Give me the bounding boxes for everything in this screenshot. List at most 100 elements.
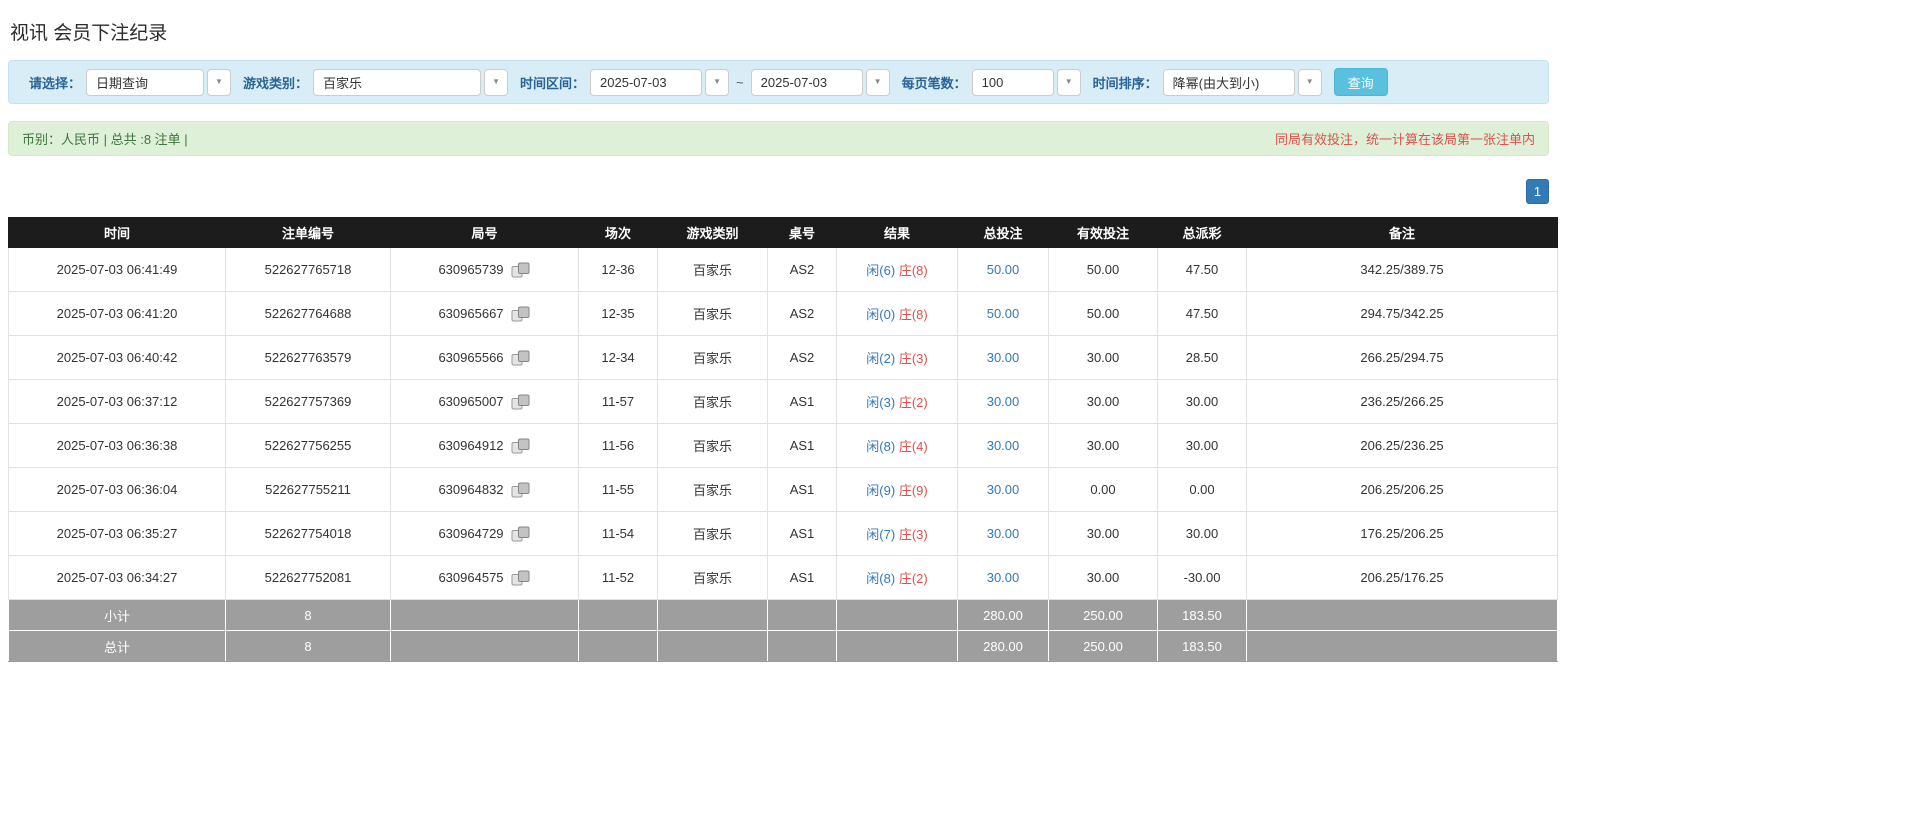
cell-remark: 236.25/266.25 <box>1247 380 1558 424</box>
date-from-input[interactable]: 2025-07-03 <box>590 69 702 96</box>
table-row: 2025-07-03 06:35:27522627754018630964729… <box>9 512 1558 556</box>
cards-icon <box>511 262 531 278</box>
cell-result: 闲(6) 庄(8) <box>837 248 958 292</box>
replay-button[interactable] <box>511 350 531 366</box>
cell-remark: 266.25/294.75 <box>1247 336 1558 380</box>
cell-round: 630965739 <box>391 248 579 292</box>
result-banker: 庄(2) <box>899 571 928 586</box>
total-bet-link[interactable]: 30.00 <box>987 350 1020 365</box>
cards-icon <box>511 526 531 542</box>
col-header-total-bet: 总投注 <box>958 218 1049 248</box>
result-player: 闲(7) <box>866 527 895 542</box>
col-header-valid-bet: 有效投注 <box>1049 218 1158 248</box>
table-row: 2025-07-03 06:36:04522627755211630964832… <box>9 468 1558 512</box>
cards-icon <box>511 438 531 454</box>
chevron-down-icon: ▼ <box>713 78 721 86</box>
empty-cell <box>658 631 768 662</box>
query-type-select[interactable]: 日期查询 <box>86 69 204 96</box>
empty-cell <box>391 631 579 662</box>
subtotal-valid-bet: 250.00 <box>1049 600 1158 631</box>
page-size-dropdown-button[interactable]: ▼ <box>1057 69 1081 96</box>
chevron-down-icon: ▼ <box>215 78 223 86</box>
date-from-value: 2025-07-03 <box>600 75 667 90</box>
round-number: 630964575 <box>438 570 503 585</box>
cell-game-type: 百家乐 <box>658 468 768 512</box>
summary-currency-count: 币别：人民币 | 总共 :8 注单 | <box>22 129 188 148</box>
cell-total-bet: 30.00 <box>958 468 1049 512</box>
cell-round: 630964575 <box>391 556 579 600</box>
empty-cell <box>579 631 658 662</box>
result-banker: 庄(8) <box>899 263 928 278</box>
cell-time: 2025-07-03 06:41:20 <box>9 292 226 336</box>
cell-time: 2025-07-03 06:36:04 <box>9 468 226 512</box>
cell-table-no: AS1 <box>768 380 837 424</box>
result-banker: 庄(3) <box>899 527 928 542</box>
replay-button[interactable] <box>511 570 531 586</box>
page-size-label: 每页笔数： <box>902 73 967 92</box>
replay-button[interactable] <box>511 262 531 278</box>
chevron-down-icon: ▼ <box>874 78 882 86</box>
cell-total-bet: 30.00 <box>958 556 1049 600</box>
replay-button[interactable] <box>511 526 531 542</box>
cell-remark: 206.25/206.25 <box>1247 468 1558 512</box>
game-type-select[interactable]: 百家乐 <box>313 69 481 96</box>
total-bet-link[interactable]: 50.00 <box>987 262 1020 277</box>
cards-icon <box>511 306 531 322</box>
cell-valid-bet: 30.00 <box>1049 424 1158 468</box>
total-bet-link[interactable]: 30.00 <box>987 438 1020 453</box>
replay-button[interactable] <box>511 482 531 498</box>
sort-order-select[interactable]: 降幂(由大到小) <box>1163 69 1295 96</box>
date-from-dropdown-button[interactable]: ▼ <box>705 69 729 96</box>
page-size-select[interactable]: 100 <box>972 69 1054 96</box>
total-bet-link[interactable]: 30.00 <box>987 482 1020 497</box>
cell-total-bet: 50.00 <box>958 292 1049 336</box>
cell-session: 11-54 <box>579 512 658 556</box>
cell-payout: 47.50 <box>1158 292 1247 336</box>
total-bet-link[interactable]: 30.00 <box>987 526 1020 541</box>
cell-session: 12-35 <box>579 292 658 336</box>
empty-cell <box>837 600 958 631</box>
query-type-value: 日期查询 <box>96 73 148 92</box>
empty-cell <box>837 631 958 662</box>
query-type-label: 请选择： <box>29 73 81 92</box>
sort-order-value: 降幂(由大到小) <box>1173 73 1260 92</box>
cell-round: 630965566 <box>391 336 579 380</box>
date-to-dropdown-button[interactable]: ▼ <box>866 69 890 96</box>
sort-order-dropdown-button[interactable]: ▼ <box>1298 69 1322 96</box>
empty-cell <box>658 600 768 631</box>
replay-button[interactable] <box>511 438 531 454</box>
result-player: 闲(2) <box>866 351 895 366</box>
query-type-dropdown-button[interactable]: ▼ <box>207 69 231 96</box>
total-bet-link[interactable]: 30.00 <box>987 394 1020 409</box>
cell-valid-bet: 30.00 <box>1049 556 1158 600</box>
subtotal-label: 小计 <box>9 600 226 631</box>
cell-bet-id: 522627765718 <box>226 248 391 292</box>
date-to-input[interactable]: 2025-07-03 <box>751 69 863 96</box>
replay-button[interactable] <box>511 394 531 410</box>
cell-bet-id: 522627757369 <box>226 380 391 424</box>
page: 视讯 会员下注纪录 请选择： 日期查询 ▼ 游戏类别： 百家乐 ▼ 时间区间： … <box>0 0 1557 670</box>
cell-round: 630965667 <box>391 292 579 336</box>
game-type-dropdown-button[interactable]: ▼ <box>484 69 508 96</box>
pagination-page-button[interactable]: 1 <box>1526 179 1549 204</box>
cell-session: 12-36 <box>579 248 658 292</box>
date-to-value: 2025-07-03 <box>761 75 828 90</box>
cell-time: 2025-07-03 06:35:27 <box>9 512 226 556</box>
empty-cell <box>1247 600 1558 631</box>
cell-valid-bet: 30.00 <box>1049 336 1158 380</box>
result-player: 闲(0) <box>866 307 895 322</box>
total-count: 8 <box>226 631 391 662</box>
total-bet-link[interactable]: 30.00 <box>987 570 1020 585</box>
cell-payout: 30.00 <box>1158 424 1247 468</box>
cell-session: 12-34 <box>579 336 658 380</box>
total-bet-link[interactable]: 50.00 <box>987 306 1020 321</box>
cell-total-bet: 30.00 <box>958 336 1049 380</box>
chevron-down-icon: ▼ <box>1065 78 1073 86</box>
replay-button[interactable] <box>511 306 531 322</box>
cell-table-no: AS2 <box>768 248 837 292</box>
page-size-value: 100 <box>982 75 1004 90</box>
cell-game-type: 百家乐 <box>658 556 768 600</box>
result-player: 闲(6) <box>866 263 895 278</box>
search-button[interactable]: 查询 <box>1334 68 1388 96</box>
cell-table-no: AS2 <box>768 292 837 336</box>
